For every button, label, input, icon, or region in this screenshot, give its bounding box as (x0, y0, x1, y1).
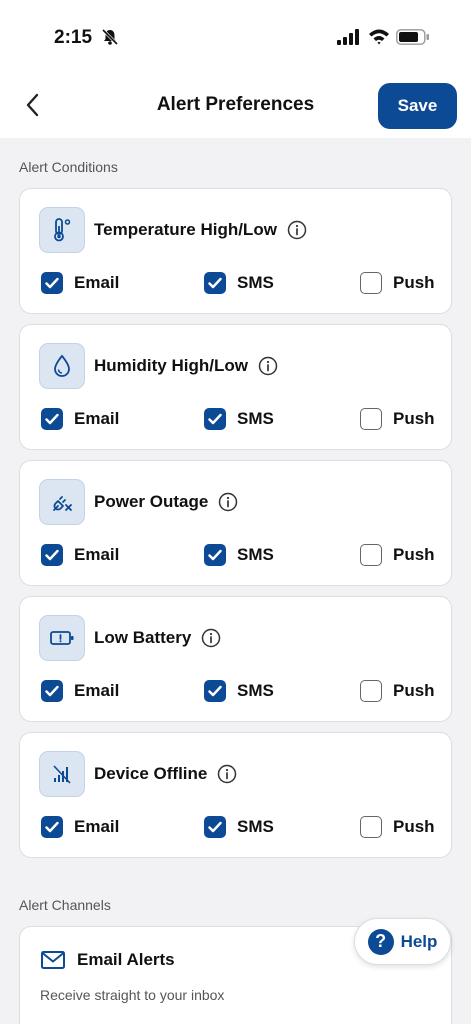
question-icon: ? (367, 928, 394, 955)
condition-title: Low Battery (94, 628, 221, 648)
section-label-alert-channels: Alert Channels (19, 897, 111, 913)
info-icon[interactable] (218, 492, 238, 512)
email-option[interactable]: Email (41, 544, 119, 566)
info-icon[interactable] (217, 764, 237, 784)
sms-label: SMS (237, 409, 274, 428)
sms-label: SMS (237, 273, 274, 292)
push-option[interactable]: Push (360, 816, 435, 838)
sms-option[interactable]: SMS (204, 816, 274, 838)
email-checkbox[interactable] (41, 680, 63, 702)
push-label: Push (393, 545, 435, 564)
push-checkbox[interactable] (360, 272, 382, 294)
cellular-signal-icon (337, 29, 359, 45)
push-option[interactable]: Push (360, 680, 435, 702)
condition-title: Temperature High/Low (94, 220, 307, 240)
sms-checkbox[interactable] (204, 544, 226, 566)
condition-title-text: Humidity High/Low (94, 356, 248, 375)
email-option[interactable]: Email (41, 272, 119, 294)
condition-title-text: Power Outage (94, 492, 209, 511)
condition-title: Power Outage (94, 492, 238, 512)
sms-option[interactable]: SMS (204, 272, 274, 294)
battery-icon (396, 29, 429, 45)
header: Alert Preferences Save (0, 70, 471, 138)
email-label: Email (74, 409, 120, 428)
email-option[interactable]: Email (41, 680, 119, 702)
info-icon[interactable] (201, 628, 221, 648)
power-plug-off-icon (39, 479, 85, 525)
push-label: Push (393, 409, 435, 428)
push-option[interactable]: Push (360, 544, 435, 566)
email-checkbox[interactable] (41, 408, 63, 430)
push-label: Push (393, 273, 435, 292)
email-label: Email (74, 681, 120, 700)
email-label: Email (74, 273, 120, 292)
sms-checkbox[interactable] (204, 816, 226, 838)
wifi-icon (369, 29, 389, 45)
condition-card: Device Offline Email SMS Push (19, 732, 452, 858)
info-icon[interactable] (258, 356, 278, 376)
condition-title-text: Temperature High/Low (94, 220, 277, 239)
save-button[interactable]: Save (378, 83, 457, 129)
sms-label: SMS (237, 545, 274, 564)
email-option[interactable]: Email (41, 816, 119, 838)
condition-card: Temperature High/Low Email SMS Push (19, 188, 452, 314)
push-checkbox[interactable] (360, 544, 382, 566)
sms-option[interactable]: SMS (204, 544, 274, 566)
email-label: Email (74, 817, 120, 836)
push-option[interactable]: Push (360, 408, 435, 430)
push-label: Push (393, 817, 435, 836)
email-checkbox[interactable] (41, 544, 63, 566)
condition-title: Humidity High/Low (94, 356, 278, 376)
sms-option[interactable]: SMS (204, 408, 274, 430)
help-label: Help (400, 931, 438, 951)
battery-alert-icon (39, 615, 85, 661)
push-checkbox[interactable] (360, 816, 382, 838)
push-checkbox[interactable] (360, 408, 382, 430)
email-checkbox[interactable] (41, 816, 63, 838)
section-label-alert-conditions: Alert Conditions (19, 159, 118, 175)
condition-card: Low Battery Email SMS Push (19, 596, 452, 722)
help-button[interactable]: ? Help (354, 918, 451, 965)
sms-checkbox[interactable] (204, 272, 226, 294)
channel-title: Email Alerts (77, 950, 175, 969)
condition-card: Power Outage Email SMS Push (19, 460, 452, 586)
mail-icon (41, 951, 65, 969)
sms-label: SMS (237, 817, 274, 836)
sms-checkbox[interactable] (204, 680, 226, 702)
thermometer-icon (39, 207, 85, 253)
push-label: Push (393, 681, 435, 700)
push-checkbox[interactable] (360, 680, 382, 702)
status-bar: 2:15 (0, 0, 471, 70)
sms-option[interactable]: SMS (204, 680, 274, 702)
signal-off-icon (39, 751, 85, 797)
sms-label: SMS (237, 681, 274, 700)
email-option[interactable]: Email (41, 408, 119, 430)
email-checkbox[interactable] (41, 272, 63, 294)
channel-description: Receive straight to your inbox (40, 987, 225, 1003)
status-time: 2:15 (54, 27, 93, 48)
condition-title-text: Low Battery (94, 628, 192, 647)
sms-checkbox[interactable] (204, 408, 226, 430)
condition-title-text: Device Offline (94, 764, 208, 783)
condition-card: Humidity High/Low Email SMS Push (19, 324, 452, 450)
email-label: Email (74, 545, 120, 564)
push-option[interactable]: Push (360, 272, 435, 294)
condition-title: Device Offline (94, 764, 237, 784)
droplet-icon (39, 343, 85, 389)
bell-off-icon (101, 28, 119, 46)
info-icon[interactable] (287, 220, 307, 240)
